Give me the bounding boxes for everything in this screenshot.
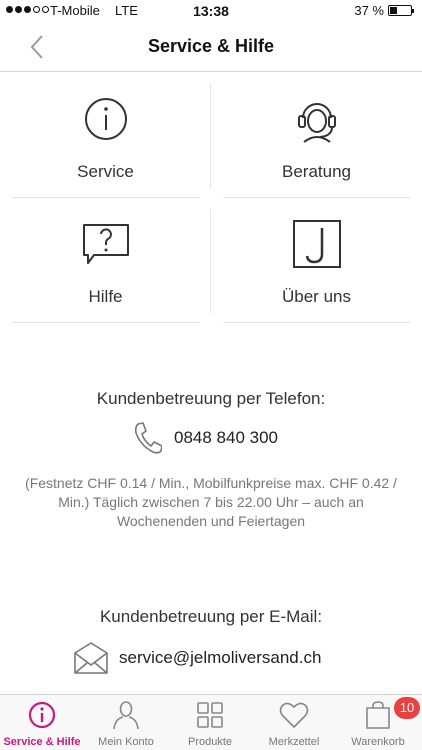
tile-label: Service bbox=[77, 162, 134, 181]
tab-mein-konto[interactable]: Mein Konto bbox=[84, 695, 168, 750]
grid-divider bbox=[210, 209, 211, 313]
tab-merkzettel[interactable]: Merkzettel bbox=[252, 695, 336, 750]
heart-icon bbox=[279, 702, 309, 728]
tile-label: Über uns bbox=[282, 287, 351, 306]
person-icon bbox=[113, 701, 139, 730]
phone-number: 0848 840 300 bbox=[174, 428, 278, 447]
screen: T-Mobile LTE 13:38 37 % Service & Hilfe … bbox=[0, 0, 422, 750]
email-heading: Kundenbetreuung per E-Mail: bbox=[99, 607, 323, 626]
phone-link[interactable]: 0848 840 300 bbox=[132, 421, 278, 455]
tab-produkte[interactable]: Produkte bbox=[168, 695, 252, 750]
info-circle-icon bbox=[84, 98, 127, 140]
status-bar: T-Mobile LTE 13:38 37 % bbox=[0, 0, 422, 22]
email-address: service@jelmoliversand.ch bbox=[119, 648, 322, 667]
question-bubble-icon bbox=[82, 224, 129, 264]
tab-service-hilfe[interactable]: Service & Hilfe bbox=[0, 695, 84, 750]
tile-beratung[interactable]: Beratung bbox=[223, 84, 410, 198]
tab-label: Merkzettel bbox=[268, 736, 320, 748]
headset-icon bbox=[297, 103, 336, 143]
tab-label: Mein Konto bbox=[98, 736, 154, 748]
tab-label: Produkte bbox=[187, 736, 233, 748]
phone-heading: Kundenbetreuung per Telefon: bbox=[96, 389, 326, 408]
phone-icon bbox=[134, 422, 162, 454]
tab-bar: Service & Hilfe Mein Konto Produkte Merk… bbox=[0, 694, 422, 750]
tile-label: Hilfe bbox=[88, 287, 123, 306]
navigation-bar: Service & Hilfe bbox=[0, 22, 422, 72]
j-logo-icon bbox=[292, 220, 341, 268]
battery-percent: 37 % bbox=[354, 3, 384, 18]
shopping-bag-icon bbox=[366, 701, 390, 729]
grid-icon bbox=[197, 702, 223, 728]
email-link[interactable]: service@jelmoliversand.ch bbox=[73, 640, 321, 676]
battery-icon bbox=[388, 5, 414, 16]
grid-divider bbox=[210, 84, 211, 188]
cart-count-badge: 10 bbox=[394, 697, 420, 719]
envelope-icon bbox=[74, 642, 108, 674]
phone-pricing-note: (Festnetz CHF 0.14 / Min., Mobilfunkprei… bbox=[25, 475, 397, 529]
tile-label: Beratung bbox=[282, 162, 351, 181]
page-title: Service & Hilfe bbox=[147, 36, 275, 56]
tile-ueber-uns[interactable]: Über uns bbox=[223, 209, 410, 323]
tile-service[interactable]: Service bbox=[12, 84, 199, 198]
tab-label: Service & Hilfe bbox=[3, 736, 81, 748]
info-circle-icon bbox=[28, 701, 56, 729]
tab-label: Warenkorb bbox=[351, 736, 405, 748]
tile-hilfe[interactable]: Hilfe bbox=[12, 209, 199, 323]
